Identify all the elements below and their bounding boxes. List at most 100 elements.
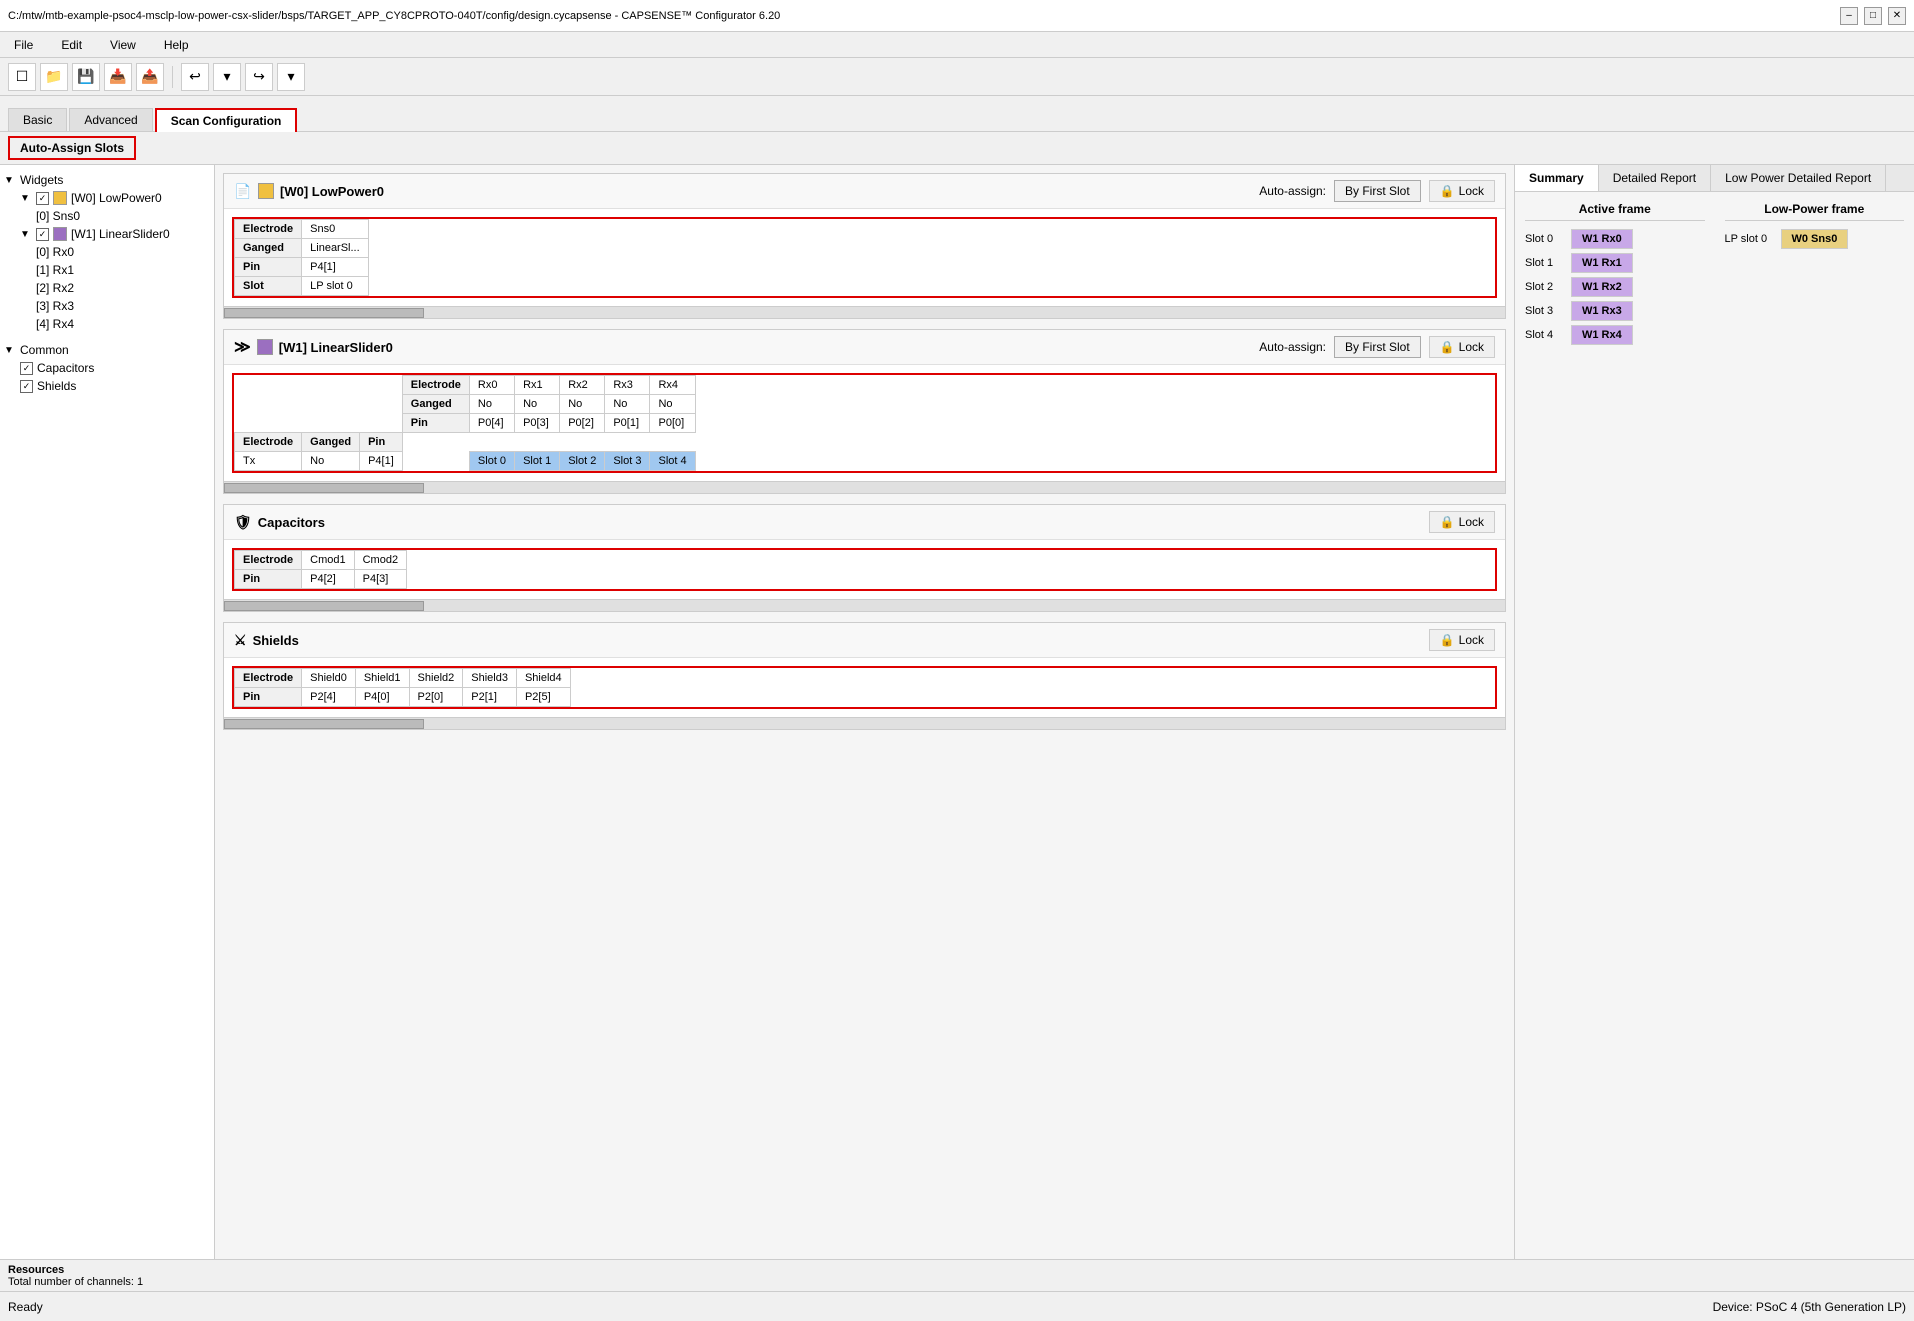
table-row: Slot LP slot 0 <box>235 277 369 296</box>
w1-rx4-header: Rx4 <box>650 376 695 395</box>
w1-by-first-slot[interactable]: By First Slot <box>1334 336 1421 358</box>
w0-color-icon <box>258 183 274 199</box>
auto-assign-button[interactable]: Auto-Assign Slots <box>8 136 136 160</box>
cap-scrollbar[interactable] <box>224 599 1505 611</box>
slot-3-label: Slot 3 <box>1525 305 1565 317</box>
summary-tab-detailed[interactable]: Detailed Report <box>1599 165 1711 191</box>
w0-scrollbar-thumb <box>224 308 424 318</box>
w0-by-first-slot[interactable]: By First Slot <box>1334 180 1421 202</box>
w1-auto-assign-label: Auto-assign: <box>1259 340 1326 354</box>
tab-scan-configuration[interactable]: Scan Configuration <box>155 108 298 132</box>
w1-rx1-label: [1] Rx1 <box>36 263 74 277</box>
tab-basic[interactable]: Basic <box>8 108 67 131</box>
summary-tab-lp-detailed[interactable]: Low Power Detailed Report <box>1711 165 1886 191</box>
redo-dropdown[interactable]: ▾ <box>277 63 305 91</box>
minimize-button[interactable]: – <box>1840 7 1858 25</box>
checkbox-w0[interactable]: ✓ <box>36 192 49 205</box>
slot-0-badge: W1 Rx0 <box>1571 229 1633 249</box>
w1-color-icon <box>257 339 273 355</box>
resources-section: Resources Total number of channels: 1 <box>0 1259 1914 1291</box>
w1-lock-button[interactable]: 🔒 Lock <box>1429 336 1495 358</box>
checkbox-shields[interactable]: ✓ <box>20 380 33 393</box>
open-button[interactable]: 📁 <box>40 63 68 91</box>
content-area: 📄 [W0] LowPower0 Auto-assign: By First S… <box>215 165 1514 1259</box>
w1-scrollbar[interactable] <box>224 481 1505 493</box>
tree-capacitors[interactable]: ✓ Capacitors <box>4 359 210 377</box>
tree-w1-rx0[interactable]: [0] Rx0 <box>4 243 210 261</box>
slot-row-4: Slot 4 W1 Rx4 <box>1525 325 1705 345</box>
new-button[interactable]: ☐ <box>8 63 36 91</box>
checkbox-w1[interactable]: ✓ <box>36 228 49 241</box>
tree-shields[interactable]: ✓ Shields <box>4 377 210 395</box>
capacitors-lock-button[interactable]: 🔒 Lock <box>1429 511 1495 533</box>
w1-electrode-col: Electrode <box>235 433 302 452</box>
close-button[interactable]: ✕ <box>1888 7 1906 25</box>
capacitors-config-table: Electrode Cmod1 Cmod2 Pin P4[2] P4[3] <box>232 548 1497 591</box>
w0-slot-val: LP slot 0 <box>302 277 369 296</box>
w0-pin-val: P4[1] <box>302 258 369 277</box>
undo-dropdown[interactable]: ▾ <box>213 63 241 91</box>
tree-w1[interactable]: ▼ ✓ [W1] LinearSlider0 <box>4 225 210 243</box>
menu-help[interactable]: Help <box>158 36 195 54</box>
menu-view[interactable]: View <box>104 36 142 54</box>
tree-w0-sns0[interactable]: [0] Sns0 <box>4 207 210 225</box>
table-row: Pin P0[4] P0[3] P0[2] P0[1] P0[0] <box>235 414 713 433</box>
w0-slot-label: Slot <box>235 277 302 296</box>
slot-3-badge: W1 Rx3 <box>1571 301 1633 321</box>
table-row: Pin P4[1] <box>235 258 369 277</box>
w1-tx-electrode: Tx <box>235 452 302 471</box>
table-row: Electrode Rx0 Rx1 Rx2 Rx3 Rx4 <box>235 376 713 395</box>
save-button[interactable]: 💾 <box>72 63 100 91</box>
w1-section: ≫ [W1] LinearSlider0 Auto-assign: By Fir… <box>223 329 1506 494</box>
shields-icon: ⚔ <box>234 632 247 649</box>
slot-4-badge: W1 Rx4 <box>1571 325 1633 345</box>
checkbox-capacitors[interactable]: ✓ <box>20 362 33 375</box>
w1-pin-col: Pin <box>360 433 403 452</box>
chevron-w1: ▼ <box>20 229 32 240</box>
tree-w0[interactable]: ▼ ✓ [W0] LowPower0 <box>4 189 210 207</box>
w0-scrollbar[interactable] <box>224 306 1505 318</box>
table-row: Tx No P4[1] Slot 0 Slot 1 Slot 2 Slot 3 … <box>235 452 713 471</box>
shield-s2: Shield2 <box>409 669 463 688</box>
active-frame-title: Active frame <box>1525 202 1705 221</box>
undo-button[interactable]: ↩ <box>181 63 209 91</box>
redo-button[interactable]: ↪ <box>245 63 273 91</box>
tab-advanced[interactable]: Advanced <box>69 108 152 131</box>
w1-table: Electrode Rx0 Rx1 Rx2 Rx3 Rx4 Ganged No <box>234 375 713 471</box>
maximize-button[interactable]: □ <box>1864 7 1882 25</box>
summary-tab-summary[interactable]: Summary <box>1515 165 1599 191</box>
w1-label: [W1] LinearSlider0 <box>71 227 170 241</box>
w1-slot4: Slot 4 <box>650 452 695 471</box>
shields-lock-icon: 🔒 <box>1440 633 1455 647</box>
menu-file[interactable]: File <box>8 36 39 54</box>
w1-tx-ganged: No <box>302 452 360 471</box>
w0-file-icon: 📄 <box>234 182 252 200</box>
tree-w1-rx3[interactable]: [3] Rx3 <box>4 297 210 315</box>
toolbar: ☐ 📁 💾 📥 📤 ↩ ▾ ↪ ▾ <box>0 58 1914 96</box>
export-button[interactable]: 📤 <box>136 63 164 91</box>
w0-table: Electrode Sns0 Ganged LinearSl... Pin P4… <box>234 219 369 296</box>
w1-tx-pin: P4[1] <box>360 452 403 471</box>
menu-bar: File Edit View Help <box>0 32 1914 58</box>
cap-electrode-label: Electrode <box>235 551 302 570</box>
table-row: Pin P4[2] P4[3] <box>235 570 407 589</box>
tree-w1-rx2[interactable]: [2] Rx2 <box>4 279 210 297</box>
widgets-label: Widgets <box>20 173 63 187</box>
capacitors-header: 🛡 Capacitors 🔒 Lock <box>224 505 1505 540</box>
w1-header: ≫ [W1] LinearSlider0 Auto-assign: By Fir… <box>224 330 1505 365</box>
shields-lock-button[interactable]: 🔒 Lock <box>1429 629 1495 651</box>
w0-section: 📄 [W0] LowPower0 Auto-assign: By First S… <box>223 173 1506 319</box>
tree-w1-rx1[interactable]: [1] Rx1 <box>4 261 210 279</box>
tree-w1-rx4[interactable]: [4] Rx4 <box>4 315 210 333</box>
w1-rx0-ganged: No <box>469 395 514 414</box>
toolbar-separator <box>172 66 173 88</box>
shields-scrollbar[interactable] <box>224 717 1505 729</box>
summary-panel: Summary Detailed Report Low Power Detail… <box>1514 165 1914 1259</box>
menu-edit[interactable]: Edit <box>55 36 88 54</box>
w0-config-table: Electrode Sns0 Ganged LinearSl... Pin P4… <box>232 217 1497 298</box>
w1-rx0-header: Rx0 <box>469 376 514 395</box>
import-button[interactable]: 📥 <box>104 63 132 91</box>
w0-header: 📄 [W0] LowPower0 Auto-assign: By First S… <box>224 174 1505 209</box>
w0-lock-button[interactable]: 🔒 Lock <box>1429 180 1495 202</box>
lp-slot-0-badge: W0 Sns0 <box>1781 229 1849 249</box>
